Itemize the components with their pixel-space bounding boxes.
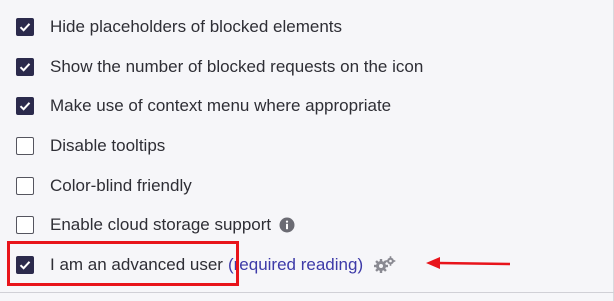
option-label: I am an advanced user bbox=[50, 255, 223, 274]
checkmark-icon bbox=[19, 63, 31, 72]
checkbox-checked[interactable] bbox=[16, 256, 34, 274]
option-show-blocked-count[interactable]: Show the number of blocked requests on t… bbox=[16, 56, 423, 78]
option-label: Color-blind friendly bbox=[50, 176, 192, 195]
info-icon[interactable] bbox=[279, 217, 295, 233]
required-reading-link[interactable]: required reading bbox=[234, 255, 358, 275]
checkbox-unchecked[interactable] bbox=[16, 216, 34, 234]
option-color-blind[interactable]: Color-blind friendly bbox=[16, 175, 192, 197]
option-label: Enable cloud storage support bbox=[50, 215, 272, 234]
option-context-menu[interactable]: Make use of context menu where appropria… bbox=[16, 95, 391, 117]
checkbox-checked[interactable] bbox=[16, 97, 34, 115]
settings-panel: Hide placeholders of blocked elements Sh… bbox=[0, 0, 614, 301]
option-hide-placeholders[interactable]: Hide placeholders of blocked elements bbox=[16, 16, 342, 38]
checkmark-icon bbox=[19, 261, 31, 270]
link-close-paren: ) bbox=[357, 255, 364, 274]
checkbox-unchecked[interactable] bbox=[16, 177, 34, 195]
checkmark-icon bbox=[19, 102, 31, 111]
option-cloud-storage[interactable]: Enable cloud storage support bbox=[16, 214, 295, 236]
checkbox-checked[interactable] bbox=[16, 58, 34, 76]
checkbox-unchecked[interactable] bbox=[16, 137, 34, 155]
option-label: Hide placeholders of blocked elements bbox=[50, 17, 343, 36]
arrow-icon bbox=[426, 257, 511, 269]
option-label: Show the number of blocked requests on t… bbox=[50, 57, 424, 76]
gears-icon[interactable] bbox=[373, 255, 397, 275]
option-advanced-user[interactable]: I am an advanced user ( required reading… bbox=[16, 254, 397, 276]
checkbox-checked[interactable] bbox=[16, 18, 34, 36]
option-label: Make use of context menu where appropria… bbox=[50, 96, 392, 115]
option-disable-tooltips[interactable]: Disable tooltips bbox=[16, 135, 165, 157]
option-label: Disable tooltips bbox=[50, 136, 166, 155]
divider bbox=[0, 292, 614, 293]
checkmark-icon bbox=[19, 23, 31, 32]
